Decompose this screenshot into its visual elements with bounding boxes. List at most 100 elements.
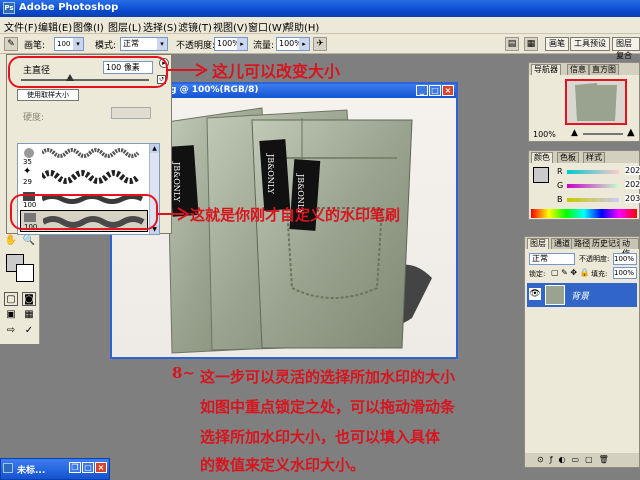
mode-select[interactable]: 正常 ▾	[120, 37, 168, 51]
tab-styles[interactable]: 样式	[583, 152, 605, 163]
app-titlebar: Ps Adobe Photoshop	[0, 0, 640, 17]
menu-file[interactable]: 文件(F)	[4, 19, 38, 34]
folder-icon[interactable]: ▭	[572, 455, 586, 464]
channel-r-label: R	[557, 167, 563, 176]
restore-button[interactable]: ❐	[69, 462, 81, 473]
hand-tool-icon[interactable]: ✋	[4, 234, 18, 248]
trash-icon[interactable]: 🗑	[599, 455, 615, 464]
flow-label: 流量:	[253, 41, 275, 51]
zoom-slider[interactable]	[583, 133, 623, 135]
brush-item[interactable]: ✦ 29	[20, 166, 148, 188]
mask-icon[interactable]: ◐	[559, 455, 572, 464]
well-tool-presets-tab[interactable]: 工具预设	[570, 37, 610, 51]
standard-mode-icon[interactable]: ▢	[4, 292, 18, 306]
tab-navigator[interactable]: 导航器	[531, 64, 561, 75]
fx-icon[interactable]: ƒ	[550, 455, 559, 464]
channel-b-slider[interactable]	[567, 198, 619, 202]
tab-info[interactable]: 信息	[567, 64, 589, 75]
opacity-label: 不透明度:	[176, 41, 216, 51]
tag-text: JB&ONLY	[266, 154, 275, 194]
channel-r-value[interactable]: 202	[625, 166, 640, 175]
layer-opacity-label: 不透明度:	[579, 255, 610, 263]
tab-histogram[interactable]: 直方图	[589, 64, 619, 75]
well-layer-comps-tab[interactable]: 图层复合	[612, 37, 640, 60]
photoshop-icon	[3, 463, 13, 473]
layers-panel: 图层 通道 路径 历史记录 动作 正常 不透明度: 100% 锁定: ▢ ✎ ✥…	[524, 236, 640, 468]
mode-label: 模式:	[95, 41, 117, 51]
zoom-in-icon[interactable]: ▲	[627, 127, 635, 138]
app-title: Adobe Photoshop	[19, 2, 119, 13]
document-title: g @ 100%(RGB/8)	[170, 85, 259, 95]
menu-view[interactable]: 视图(V)	[213, 19, 248, 34]
tab-channels[interactable]: 通道	[551, 238, 573, 249]
menu-image[interactable]: 图像(I)	[73, 19, 104, 34]
brush-tool-icon[interactable]: ✎	[4, 37, 18, 51]
menu-layer[interactable]: 图层(L)	[108, 19, 141, 34]
tab-layers[interactable]: 图层	[527, 238, 549, 249]
channel-g-label: G	[557, 181, 564, 190]
brush-preset-picker[interactable]: 100 ▾	[54, 37, 84, 51]
zoom-out-icon[interactable]: ▲	[571, 128, 578, 138]
close-button[interactable]: ×	[442, 85, 454, 96]
photoshop-icon: Ps	[3, 2, 15, 14]
menu-edit[interactable]: 编辑(E)	[38, 19, 72, 34]
navigator-thumbnail[interactable]	[565, 79, 627, 125]
flow-input[interactable]: 100% ▸	[276, 37, 310, 51]
palette-icon[interactable]: ▦	[524, 37, 538, 51]
channel-r-slider[interactable]	[567, 170, 619, 174]
brush-size-label: 35	[23, 158, 32, 166]
quickmask-mode-icon[interactable]: ◙	[22, 292, 36, 306]
navigator-zoom-value[interactable]: 100%	[533, 130, 556, 139]
layer-row-background[interactable]: 👁 背景	[527, 283, 637, 307]
menu-window[interactable]: 窗口(W)	[248, 19, 286, 34]
layers-footer-buttons[interactable]: ⊙ƒ◐▭▢🗑	[525, 453, 639, 467]
annotation-change-size: 这儿可以改变大小	[212, 62, 341, 81]
airbrush-icon[interactable]: ✈	[313, 37, 327, 51]
close-button[interactable]: ×	[95, 462, 107, 473]
use-sample-size-button[interactable]: 使用取样大小	[17, 89, 79, 101]
layer-name: 背景	[571, 292, 590, 302]
well-brushes-tab[interactable]: 画笔	[545, 37, 569, 51]
channel-g-slider[interactable]	[567, 184, 619, 188]
foreground-color-swatch[interactable]	[533, 167, 549, 183]
minimize-button[interactable]: _	[416, 85, 428, 96]
menu-select[interactable]: 选择(S)	[143, 19, 177, 34]
channel-g-value[interactable]: 202	[625, 180, 640, 189]
brush-label: 画笔:	[24, 41, 46, 51]
menu-help[interactable]: 帮助(H)	[284, 19, 319, 34]
fill-label: 填充:	[591, 270, 608, 278]
opacity-input[interactable]: 100% ▸	[214, 37, 248, 51]
channel-b-value[interactable]: 203	[625, 194, 640, 203]
brush-item[interactable]: 35	[20, 146, 148, 166]
menu-filter[interactable]: 滤镜(T)	[178, 19, 212, 34]
jump-to-imageready-icon[interactable]: ⇨	[4, 324, 18, 338]
file-browser-icon[interactable]: ▤	[505, 37, 519, 51]
color-spectrum-ramp[interactable]	[531, 209, 637, 218]
tab-swatches[interactable]: 色板	[557, 152, 579, 163]
screen-mode-icon[interactable]: ▣	[4, 308, 18, 322]
blend-mode-select[interactable]: 正常	[529, 253, 575, 265]
chevron-right-icon: ▸	[237, 38, 247, 50]
jump-icon[interactable]: ✓	[22, 324, 36, 338]
mode-value: 正常	[123, 39, 139, 48]
tab-actions[interactable]: 动作	[619, 238, 639, 258]
chevron-down-icon: ▾	[157, 38, 167, 50]
minimized-document[interactable]: 未标... ❐ □ ×	[0, 458, 110, 480]
chevron-right-icon: ▸	[299, 38, 309, 50]
tab-color[interactable]: 颜色	[531, 152, 553, 163]
maximize-button[interactable]: □	[82, 462, 94, 473]
fill-input[interactable]: 100%	[613, 267, 637, 279]
lock-icon[interactable]: ▢ ✎ ✥ 🔒	[551, 268, 590, 277]
eye-icon[interactable]: 👁	[529, 288, 541, 300]
chevron-up-icon[interactable]: ▲	[150, 144, 159, 153]
fullscreen-mode-icon[interactable]: ▦	[22, 308, 36, 322]
channel-b-label: B	[557, 195, 563, 204]
zoom-tool-icon[interactable]: 🔍	[22, 234, 36, 248]
layer-opacity-input[interactable]: 100%	[613, 253, 637, 265]
maximize-button[interactable]: □	[429, 85, 441, 96]
link-icon[interactable]: ⊙	[537, 455, 550, 464]
minimized-document-label: 未标...	[17, 466, 46, 476]
new-layer-icon[interactable]: ▢	[585, 455, 599, 464]
background-color-swatch[interactable]	[16, 264, 34, 282]
callout-diameter-highlight	[8, 56, 168, 88]
